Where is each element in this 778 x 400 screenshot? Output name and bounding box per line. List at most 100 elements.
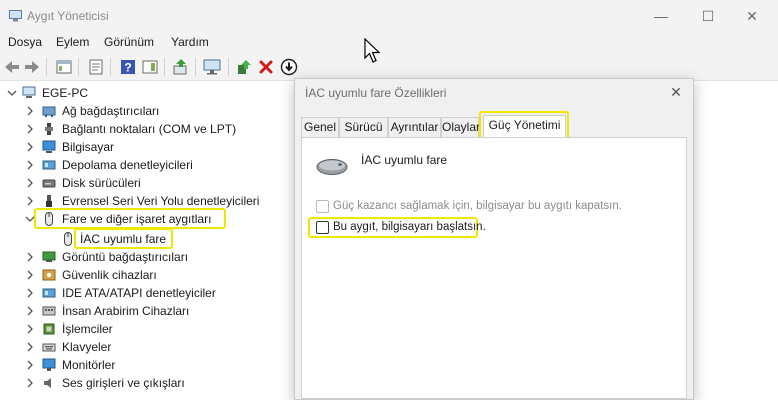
processor-icon bbox=[43, 323, 55, 335]
tab-events[interactable]: Olaylar bbox=[441, 117, 480, 137]
chevron-right-icon[interactable] bbox=[24, 192, 36, 210]
security-device-icon bbox=[42, 269, 56, 281]
menu-help[interactable]: Yardım bbox=[171, 35, 209, 49]
tree-item-label: Depolama denetleyicileri bbox=[62, 158, 193, 172]
tree-root[interactable]: EGE-PC bbox=[0, 84, 180, 102]
tree-item-display-adapters[interactable]: Görüntü bağdaştırıcıları bbox=[0, 248, 220, 266]
update-driver-icon[interactable] bbox=[234, 57, 254, 77]
tree-item-storage-controllers[interactable]: Depolama denetleyicileri bbox=[0, 156, 220, 174]
disk-drive-icon bbox=[42, 179, 56, 188]
usb-icon bbox=[46, 195, 52, 207]
tree-item-ports[interactable]: Bağlantı noktaları (COM ve LPT) bbox=[0, 120, 240, 138]
chevron-right-icon[interactable] bbox=[24, 374, 36, 392]
tree-item-label: Bilgisayar bbox=[62, 140, 115, 154]
allow-power-off-option[interactable]: Güç kazancı sağlamak için, bilgisayar bu… bbox=[316, 198, 622, 216]
tree-item-keyboards[interactable]: Klavyeler bbox=[0, 338, 200, 356]
tab-general[interactable]: Genel bbox=[301, 117, 339, 137]
chevron-down-icon[interactable] bbox=[24, 210, 36, 228]
chevron-right-icon[interactable] bbox=[24, 120, 36, 138]
tree-item-network-adapters[interactable]: Ağ bağdaştırıcıları bbox=[0, 102, 200, 120]
properties-sheet-icon[interactable] bbox=[86, 57, 106, 77]
toolbar-separator bbox=[195, 58, 196, 76]
forward-arrow-icon[interactable] bbox=[22, 57, 42, 77]
mouse-icon bbox=[316, 159, 348, 175]
tree-item-label: Bağlantı noktaları (COM ve LPT) bbox=[62, 122, 237, 136]
device-manager-icon bbox=[9, 10, 22, 22]
allow-wake-option[interactable]: Bu aygıt, bilgisayarı başlatsın. bbox=[316, 219, 486, 237]
disable-device-icon[interactable] bbox=[279, 57, 299, 77]
device-tree: EGE-PC Ağ bağdaştırıcıları Bağlantı nokt… bbox=[0, 82, 300, 390]
tree-item-label: Ses girişleri ve çıkışları bbox=[62, 376, 185, 390]
device-name: İAC uyumlu fare bbox=[361, 153, 448, 167]
tree-item-audio-inputs-outputs[interactable]: Ses girişleri ve çıkışları bbox=[0, 374, 220, 392]
mouse-icon bbox=[45, 212, 53, 226]
tree-item-label: Fare ve diğer işaret aygıtları bbox=[62, 212, 212, 226]
tab-details[interactable]: Ayrıntılar bbox=[388, 117, 441, 137]
chevron-right-icon[interactable] bbox=[24, 284, 36, 302]
chevron-right-icon[interactable] bbox=[24, 156, 36, 174]
tree-item-label: İAC uyumlu fare bbox=[80, 232, 167, 246]
menu-bar: Dosya Eylem Görünüm Yardım bbox=[0, 32, 778, 54]
tree-item-label: IDE ATA/ATAPI denetleyiciler bbox=[62, 286, 216, 300]
action-pane-icon[interactable] bbox=[140, 57, 160, 77]
menu-view[interactable]: Görünüm bbox=[104, 35, 154, 49]
tree-item-processors[interactable]: İşlemciler bbox=[0, 320, 200, 338]
svg-text:?: ? bbox=[124, 61, 131, 75]
toolbar-separator bbox=[110, 58, 111, 76]
power-management-pane: İAC uyumlu fare Güç kazancı sağlamak içi… bbox=[301, 137, 687, 399]
monitor-icon[interactable] bbox=[202, 57, 222, 77]
chevron-right-icon[interactable] bbox=[24, 102, 36, 120]
computer-icon bbox=[42, 140, 56, 153]
allow-power-off-checkbox[interactable] bbox=[316, 200, 329, 213]
toolbar-separator bbox=[78, 58, 79, 76]
tab-strip: Genel Sürücü Ayrıntılar Olaylar Güç Yöne… bbox=[301, 111, 681, 142]
tab-driver[interactable]: Sürücü bbox=[339, 117, 388, 137]
dialog-close-button[interactable]: ✕ bbox=[667, 83, 685, 101]
tree-item-label: Monitörler bbox=[62, 358, 116, 372]
tree-item-human-interface-devices[interactable]: İnsan Arabirim Cihazları bbox=[0, 302, 220, 320]
tree-item-label: Ağ bağdaştırıcıları bbox=[62, 104, 160, 118]
uninstall-x-icon[interactable] bbox=[256, 57, 276, 77]
scan-hardware-icon[interactable] bbox=[171, 57, 191, 77]
toolbar-separator bbox=[46, 58, 47, 76]
menu-file[interactable]: Dosya bbox=[8, 35, 42, 49]
keyboard-icon bbox=[42, 343, 56, 352]
tree-item-label: Klavyeler bbox=[62, 340, 112, 354]
chevron-right-icon[interactable] bbox=[24, 138, 36, 156]
help-icon[interactable]: ? bbox=[118, 57, 138, 77]
menu-action[interactable]: Eylem bbox=[56, 35, 89, 49]
back-arrow-icon[interactable] bbox=[2, 57, 22, 77]
mouse-icon bbox=[64, 232, 72, 246]
tree-item-monitors[interactable]: Monitörler bbox=[0, 356, 200, 374]
tree-item-label: Evrensel Seri Veri Yolu denetleyicileri bbox=[62, 194, 260, 208]
tree-item-disk-drives[interactable]: Disk sürücüleri bbox=[0, 174, 200, 192]
tree-item-computer[interactable]: Bilgisayar bbox=[0, 138, 200, 156]
tree-item-ide-controllers[interactable]: IDE ATA/ATAPI denetleyiciler bbox=[0, 284, 230, 302]
toolbar-separator bbox=[164, 58, 165, 76]
show-hide-tree-icon[interactable] bbox=[54, 57, 74, 77]
allow-wake-checkbox[interactable] bbox=[316, 221, 329, 234]
ide-controller-icon bbox=[42, 288, 56, 298]
tree-item-label: Güvenlik cihazları bbox=[62, 268, 157, 282]
chevron-right-icon[interactable] bbox=[24, 248, 36, 266]
chevron-right-icon[interactable] bbox=[24, 320, 36, 338]
close-button[interactable]: ✕ bbox=[741, 6, 763, 26]
chevron-right-icon[interactable] bbox=[24, 174, 36, 192]
display-adapter-icon bbox=[42, 251, 56, 262]
toolbar-separator bbox=[228, 58, 229, 76]
chevron-right-icon[interactable] bbox=[24, 338, 36, 356]
tree-root-label: EGE-PC bbox=[42, 86, 89, 100]
maximize-button[interactable]: ☐ bbox=[697, 6, 719, 26]
monitor-icon bbox=[42, 358, 56, 371]
tree-item-hid-compliant-mouse[interactable]: İAC uyumlu fare bbox=[0, 230, 172, 248]
port-icon bbox=[45, 123, 53, 135]
toolbar: ? bbox=[0, 54, 778, 81]
tree-item-mice-and-pointing[interactable]: Fare ve diğer işaret aygıtları bbox=[0, 210, 226, 228]
chevron-right-icon[interactable] bbox=[24, 302, 36, 320]
chevron-right-icon[interactable] bbox=[24, 356, 36, 374]
minimize-button[interactable]: — bbox=[650, 6, 672, 26]
tree-item-security-devices[interactable]: Güvenlik cihazları bbox=[0, 266, 200, 284]
chevron-right-icon[interactable] bbox=[24, 266, 36, 284]
mouse-cursor-icon bbox=[364, 38, 381, 63]
chevron-down-icon[interactable] bbox=[6, 84, 18, 102]
